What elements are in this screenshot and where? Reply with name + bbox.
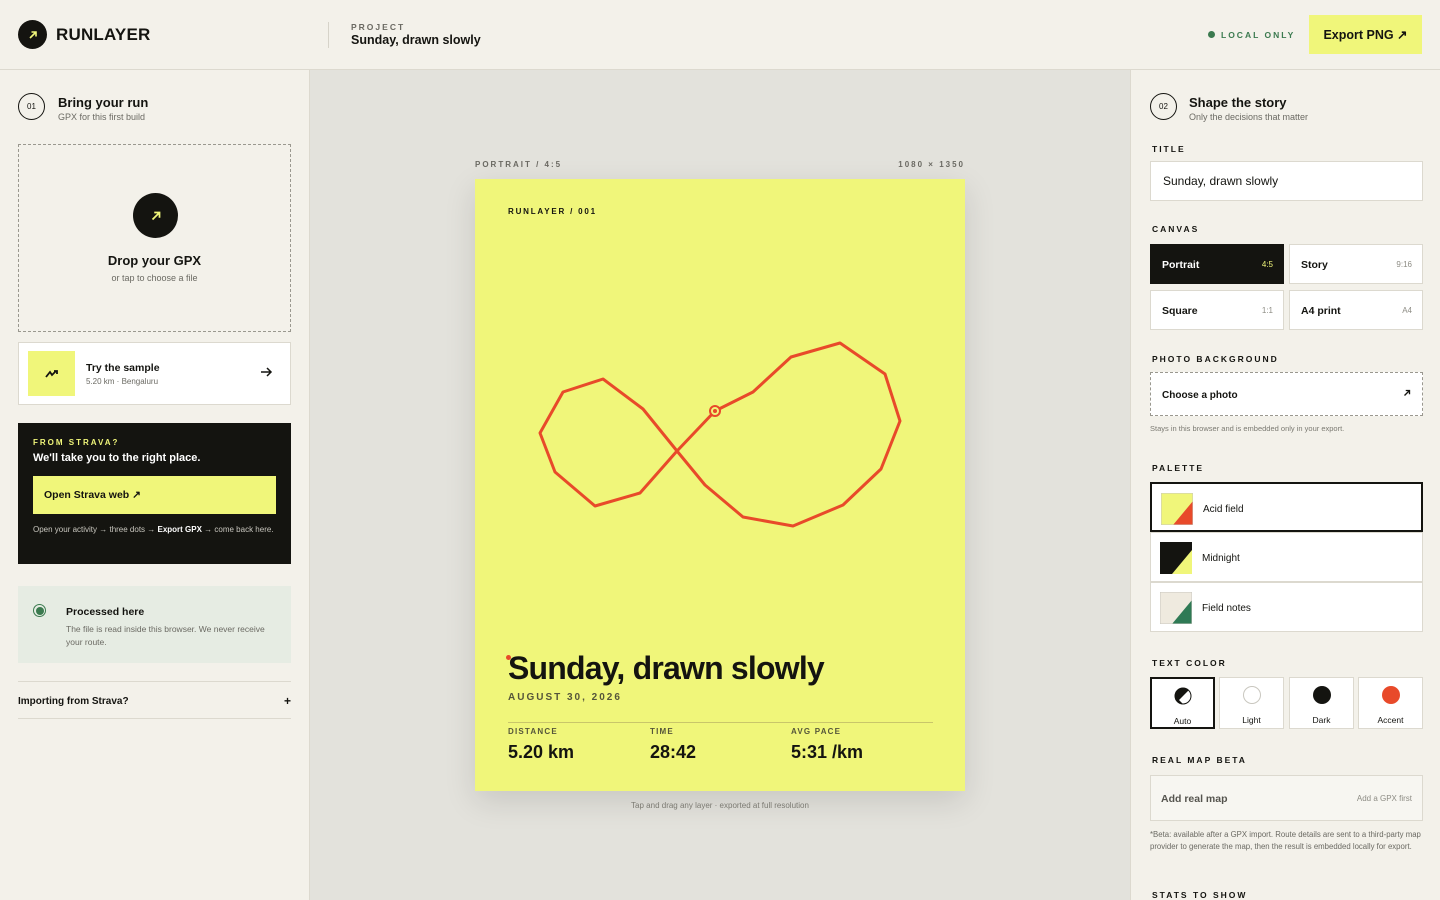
format-label: PORTRAIT / 4:5 [475, 160, 563, 169]
logo-arrow-icon [18, 20, 47, 49]
real-map-section-label: REAL MAP BETA [1152, 755, 1247, 765]
processed-title: Processed here [66, 606, 145, 618]
light-swatch-icon [1242, 686, 1261, 704]
canvas-option-story[interactable]: Story 9:16 [1289, 244, 1423, 284]
app-name: RUNLAYER [56, 25, 151, 44]
canvas-section-label: CANVAS [1152, 224, 1200, 234]
stat-value[interactable]: 5:31 /km [791, 742, 863, 763]
export-png-button[interactable]: Export PNG ↗ [1309, 15, 1422, 54]
stat-label: AVG PACE [791, 727, 842, 736]
status-dot-icon [1208, 31, 1215, 38]
accent-swatch-icon [1381, 686, 1400, 704]
sample-subtitle: 5.20 km · Bengaluru [86, 377, 159, 386]
open-strava-button[interactable]: Open Strava web ↗ [33, 476, 276, 514]
poster-canvas[interactable]: RUNLAYER / 001 Sunday, drawn slowly AUGU… [475, 179, 965, 791]
poster-title[interactable]: Sunday, drawn slowly [508, 650, 825, 687]
text-color-auto[interactable]: Auto [1150, 677, 1215, 729]
privacy-notice: Processed here The file is read inside t… [18, 586, 291, 663]
map-beta-note: *Beta: available after a GPX import. Rou… [1150, 830, 1421, 851]
gpx-drop-zone[interactable]: Drop your GPX or tap to choose a file [18, 144, 291, 332]
stat-label: TIME [650, 727, 674, 736]
stat-value[interactable]: 28:42 [650, 742, 696, 763]
text-color-accent[interactable]: Accent [1358, 677, 1423, 729]
text-color-dark[interactable]: Dark [1289, 677, 1354, 729]
strava-title: We'll take you to the right place. [33, 452, 201, 464]
accordion-label: Importing from Strava? [18, 696, 129, 707]
palette-midnight[interactable]: Midnight [1150, 532, 1423, 582]
step-number: 01 [18, 93, 45, 120]
add-real-map-button[interactable]: Add real map Add a GPX first [1150, 775, 1423, 821]
strava-label: FROM STRAVA? [33, 438, 120, 447]
preview-area: PORTRAIT / 4:5 1080 × 1350 RUNLAYER / 00… [310, 70, 1130, 900]
lightning-icon [44, 369, 58, 378]
palette-acid-field[interactable]: Acid field [1150, 482, 1423, 532]
arrow-right-icon [261, 367, 273, 377]
importing-strava-accordion[interactable]: Importing from Strava? + [18, 681, 291, 719]
plus-icon: + [283, 694, 291, 708]
sample-thumbnail [28, 351, 75, 396]
step-title: Bring your run [58, 95, 149, 110]
left-panel: 01 Bring your run GPX for this first bui… [0, 70, 310, 900]
step-title: Shape the story [1189, 95, 1287, 110]
step-subtitle: GPX for this first build [58, 112, 146, 122]
palette-swatch [1161, 493, 1193, 525]
drop-subtitle: or tap to choose a file [111, 273, 198, 283]
poster-date[interactable]: AUGUST 30, 2026 [508, 692, 622, 703]
choose-photo-button[interactable]: Choose a photo [1150, 372, 1423, 416]
try-sample-button[interactable]: Try the sample 5.20 km · Bengaluru [18, 342, 291, 405]
external-arrow-icon [1404, 389, 1411, 396]
palette-section-label: PALETTE [1152, 463, 1205, 473]
canvas-hint: Tap and drag any layer · exported at ful… [631, 801, 809, 810]
project-name: Sunday, drawn slowly [351, 33, 481, 47]
upload-arrow-icon [133, 193, 178, 238]
stat-value[interactable]: 5.20 km [508, 742, 574, 763]
status-badge: LOCAL ONLY [1221, 30, 1296, 40]
stats-section-label: STATS TO SHOW [1152, 890, 1248, 900]
size-label: 1080 × 1350 [898, 160, 965, 169]
title-section-label: TITLE [1152, 144, 1186, 154]
text-color-light[interactable]: Light [1219, 677, 1284, 729]
top-header: RUNLAYER PROJECT Sunday, drawn slowly LO… [0, 0, 1440, 70]
step-subtitle: Only the decisions that matter [1189, 112, 1309, 122]
drop-title: Drop your GPX [107, 253, 202, 268]
dark-swatch-icon [1312, 686, 1331, 704]
title-input[interactable] [1150, 161, 1423, 201]
check-dot-icon [33, 604, 46, 617]
canvas-option-a4[interactable]: A4 print A4 [1289, 290, 1423, 330]
text-color-section-label: TEXT COLOR [1152, 658, 1227, 668]
right-panel: 02 Shape the story Only the decisions th… [1130, 70, 1440, 900]
stats-divider [508, 722, 933, 723]
palette-swatch [1160, 592, 1192, 624]
photo-note: Stays in this browser and is embedded on… [1150, 424, 1345, 433]
canvas-option-portrait[interactable]: Portrait 4:5 [1150, 244, 1284, 284]
header-divider [328, 22, 329, 48]
canvas-option-square[interactable]: Square 1:1 [1150, 290, 1284, 330]
photo-section-label: PHOTO BACKGROUND [1152, 354, 1279, 364]
sample-title: Try the sample [86, 362, 160, 374]
palette-swatch [1160, 542, 1192, 574]
auto-contrast-icon [1174, 687, 1191, 705]
palette-field-notes[interactable]: Field notes [1150, 582, 1423, 632]
project-label: PROJECT [351, 22, 406, 32]
step-number: 02 [1150, 93, 1177, 120]
processed-description: The file is read inside this browser. We… [66, 624, 265, 647]
stat-label: DISTANCE [508, 727, 558, 736]
strava-card: FROM STRAVA? We'll take you to the right… [18, 423, 291, 564]
strava-help-text: Open your activity → three dots → Export… [33, 525, 274, 534]
